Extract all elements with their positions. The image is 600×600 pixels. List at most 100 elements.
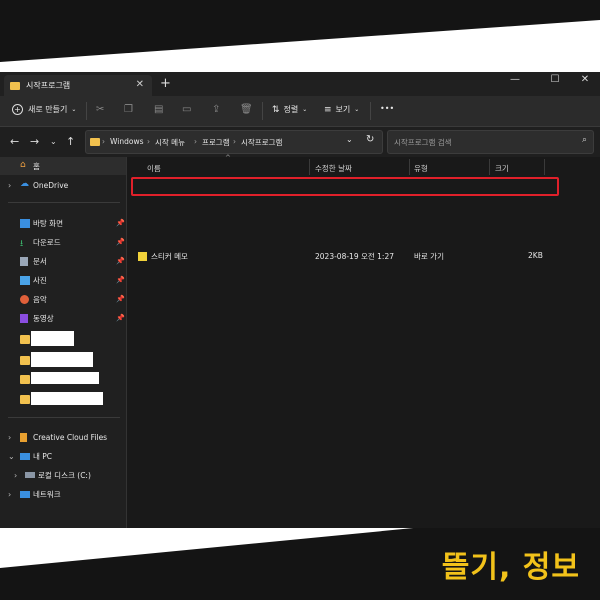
sort-button[interactable]: ⇅ 정렬 ⌄ [272,104,307,115]
sidebar-item-folder[interactable] [0,330,126,348]
chevron-right-icon[interactable]: › [14,471,17,480]
sidebar-item-desktop[interactable]: 바탕 화면 📌 [0,214,126,232]
sidebar-item-onedrive[interactable]: › ☁ OneDrive [0,176,126,194]
folder-icon [90,138,100,146]
column-header-size[interactable]: 크기 [495,163,509,174]
view-button[interactable]: ≡ 보기 ⌄ [324,104,359,115]
sidebar-item-creative-cloud[interactable]: › Creative Cloud Files [0,428,126,446]
rename-icon[interactable]: ▭ [182,104,191,115]
pin-icon[interactable]: 📌 [116,219,125,227]
sidebar-item-this-pc[interactable]: ⌄ 내 PC [0,447,126,465]
breadcrumb-startup[interactable]: 시작프로그램 [241,137,282,148]
brand-logo-text: 뜰기, 정보 [441,550,580,585]
sidebar-item-network[interactable]: › 네트워크 [0,485,126,503]
column-header-type[interactable]: 유형 [414,163,428,174]
table-row[interactable]: 스티커 메모 2023-08-19 오전 1:27 바로 가기 2KB [135,249,545,263]
maximize-button[interactable]: ☐ [540,74,570,85]
folder-icon [20,355,30,365]
sidebar-item-label: 동영상 [33,313,54,323]
pin-icon[interactable]: 📌 [116,314,125,322]
computer-icon [20,452,30,460]
delete-icon[interactable]: 🗑 [240,104,253,115]
breadcrumb-windows[interactable]: Windows [110,137,143,146]
file-explorer-window: 시작프로그램 ✕ + — ☐ ✕ + 새로 만들기 ⌄ ✂ ❐ ▤ ▭ ⇪ 🗑 … [0,72,600,528]
paste-icon[interactable]: ▤ [154,104,163,115]
new-button[interactable]: + 새로 만들기 ⌄ [12,104,76,115]
column-divider[interactable] [409,159,410,175]
back-arrow-icon[interactable]: ← [10,135,19,148]
search-box[interactable]: 시작프로그램 검색 ⌕ [387,130,594,154]
search-icon[interactable]: ⌕ [582,135,587,145]
sidebar-item-local-disk[interactable]: › 로컬 디스크 (C:) [0,466,126,484]
home-icon: ⌂ [20,160,26,170]
close-tab-button[interactable]: ✕ [136,79,144,90]
sidebar-item-downloads[interactable]: ⭳ 다운로드 📌 [0,233,126,251]
file-type: 바로 가기 [414,252,444,261]
view-icon: ≡ [324,104,332,115]
breadcrumb-chevron-icon: › [194,137,197,146]
copy-icon[interactable]: ❐ [124,104,133,115]
pin-icon[interactable]: 📌 [116,257,125,265]
sidebar-item-home[interactable]: ⌂ 홈 [0,157,126,175]
sidebar-item-label: 네트워크 [33,489,61,499]
breadcrumb-programs[interactable]: 프로그램 [202,137,230,148]
sort-icon: ⇅ [272,104,280,115]
divider [262,102,263,120]
sidebar-item-pictures[interactable]: 사진 📌 [0,271,126,289]
chevron-right-icon[interactable]: › [8,181,11,190]
sidebar-item-folder[interactable] [0,351,126,369]
address-dropdown-icon[interactable]: ⌄ [346,135,353,144]
chevron-down-icon: ⌄ [302,106,308,113]
sidebar-item-label: 사진 [33,275,47,285]
column-divider[interactable] [309,159,310,175]
up-arrow-icon[interactable]: ↑ [66,135,75,148]
share-icon[interactable]: ⇪ [212,104,220,115]
redacted-label [31,392,103,405]
new-tab-button[interactable]: + [160,76,171,91]
column-divider[interactable] [544,159,545,175]
chevron-right-icon[interactable]: › [8,433,11,442]
pin-icon[interactable]: 📌 [116,295,125,303]
refresh-icon[interactable]: ↻ [366,134,374,145]
breadcrumb-start-menu[interactable]: 시작 메뉴 [155,137,185,148]
file-name: 스티커 메모 [151,252,188,261]
tab-title: 시작프로그램 [26,81,71,90]
sidebar-item-label: 바탕 화면 [33,218,63,228]
document-icon [20,256,28,266]
recent-chevron-icon[interactable]: ⌄ [50,137,57,146]
desktop-icon [20,218,30,228]
chevron-right-icon[interactable]: › [8,490,11,499]
file-size: 2KB [528,251,543,260]
close-window-button[interactable]: ✕ [570,74,600,85]
sidebar-item-videos[interactable]: 동영상 📌 [0,309,126,327]
tab-bar: 시작프로그램 ✕ + — ☐ ✕ [0,72,600,96]
column-header-name[interactable]: 이름 [147,163,161,174]
sidebar-item-folder[interactable] [0,370,126,388]
top-decoration [0,0,600,62]
tab-startup[interactable]: 시작프로그램 ✕ [4,75,152,96]
search-placeholder: 시작프로그램 검색 [394,138,452,147]
address-bar[interactable]: › Windows › 시작 메뉴 › 프로그램 › 시작프로그램 ⌄ ↻ [85,130,383,154]
sidebar-item-documents[interactable]: 문서 📌 [0,252,126,270]
minimize-button[interactable]: — [500,74,530,85]
creative-cloud-icon [20,432,27,442]
forward-arrow-icon[interactable]: → [30,135,39,148]
sticky-notes-icon [138,252,147,261]
column-divider[interactable] [489,159,490,175]
cut-icon[interactable]: ✂ [96,104,104,115]
folder-icon [20,394,30,404]
divider [8,202,120,203]
redacted-label [31,352,93,367]
view-label: 보기 [335,105,351,114]
download-icon: ⭳ [20,239,24,249]
pin-icon[interactable]: 📌 [116,238,125,246]
file-list: ^ 이름 수정한 날짜 유형 크기 스티커 메모 2023-08-19 오전 1… [127,154,600,528]
more-options-button[interactable]: ••• [380,104,394,113]
chevron-down-icon[interactable]: ⌄ [8,452,15,461]
chevron-down-icon: ⌄ [354,106,360,113]
column-header-modified[interactable]: 수정한 날짜 [315,163,352,174]
pin-icon[interactable]: 📌 [116,276,125,284]
sidebar-item-music[interactable]: 음악 📌 [0,290,126,308]
folder-icon [20,334,30,344]
sidebar-item-folder[interactable] [0,390,126,408]
